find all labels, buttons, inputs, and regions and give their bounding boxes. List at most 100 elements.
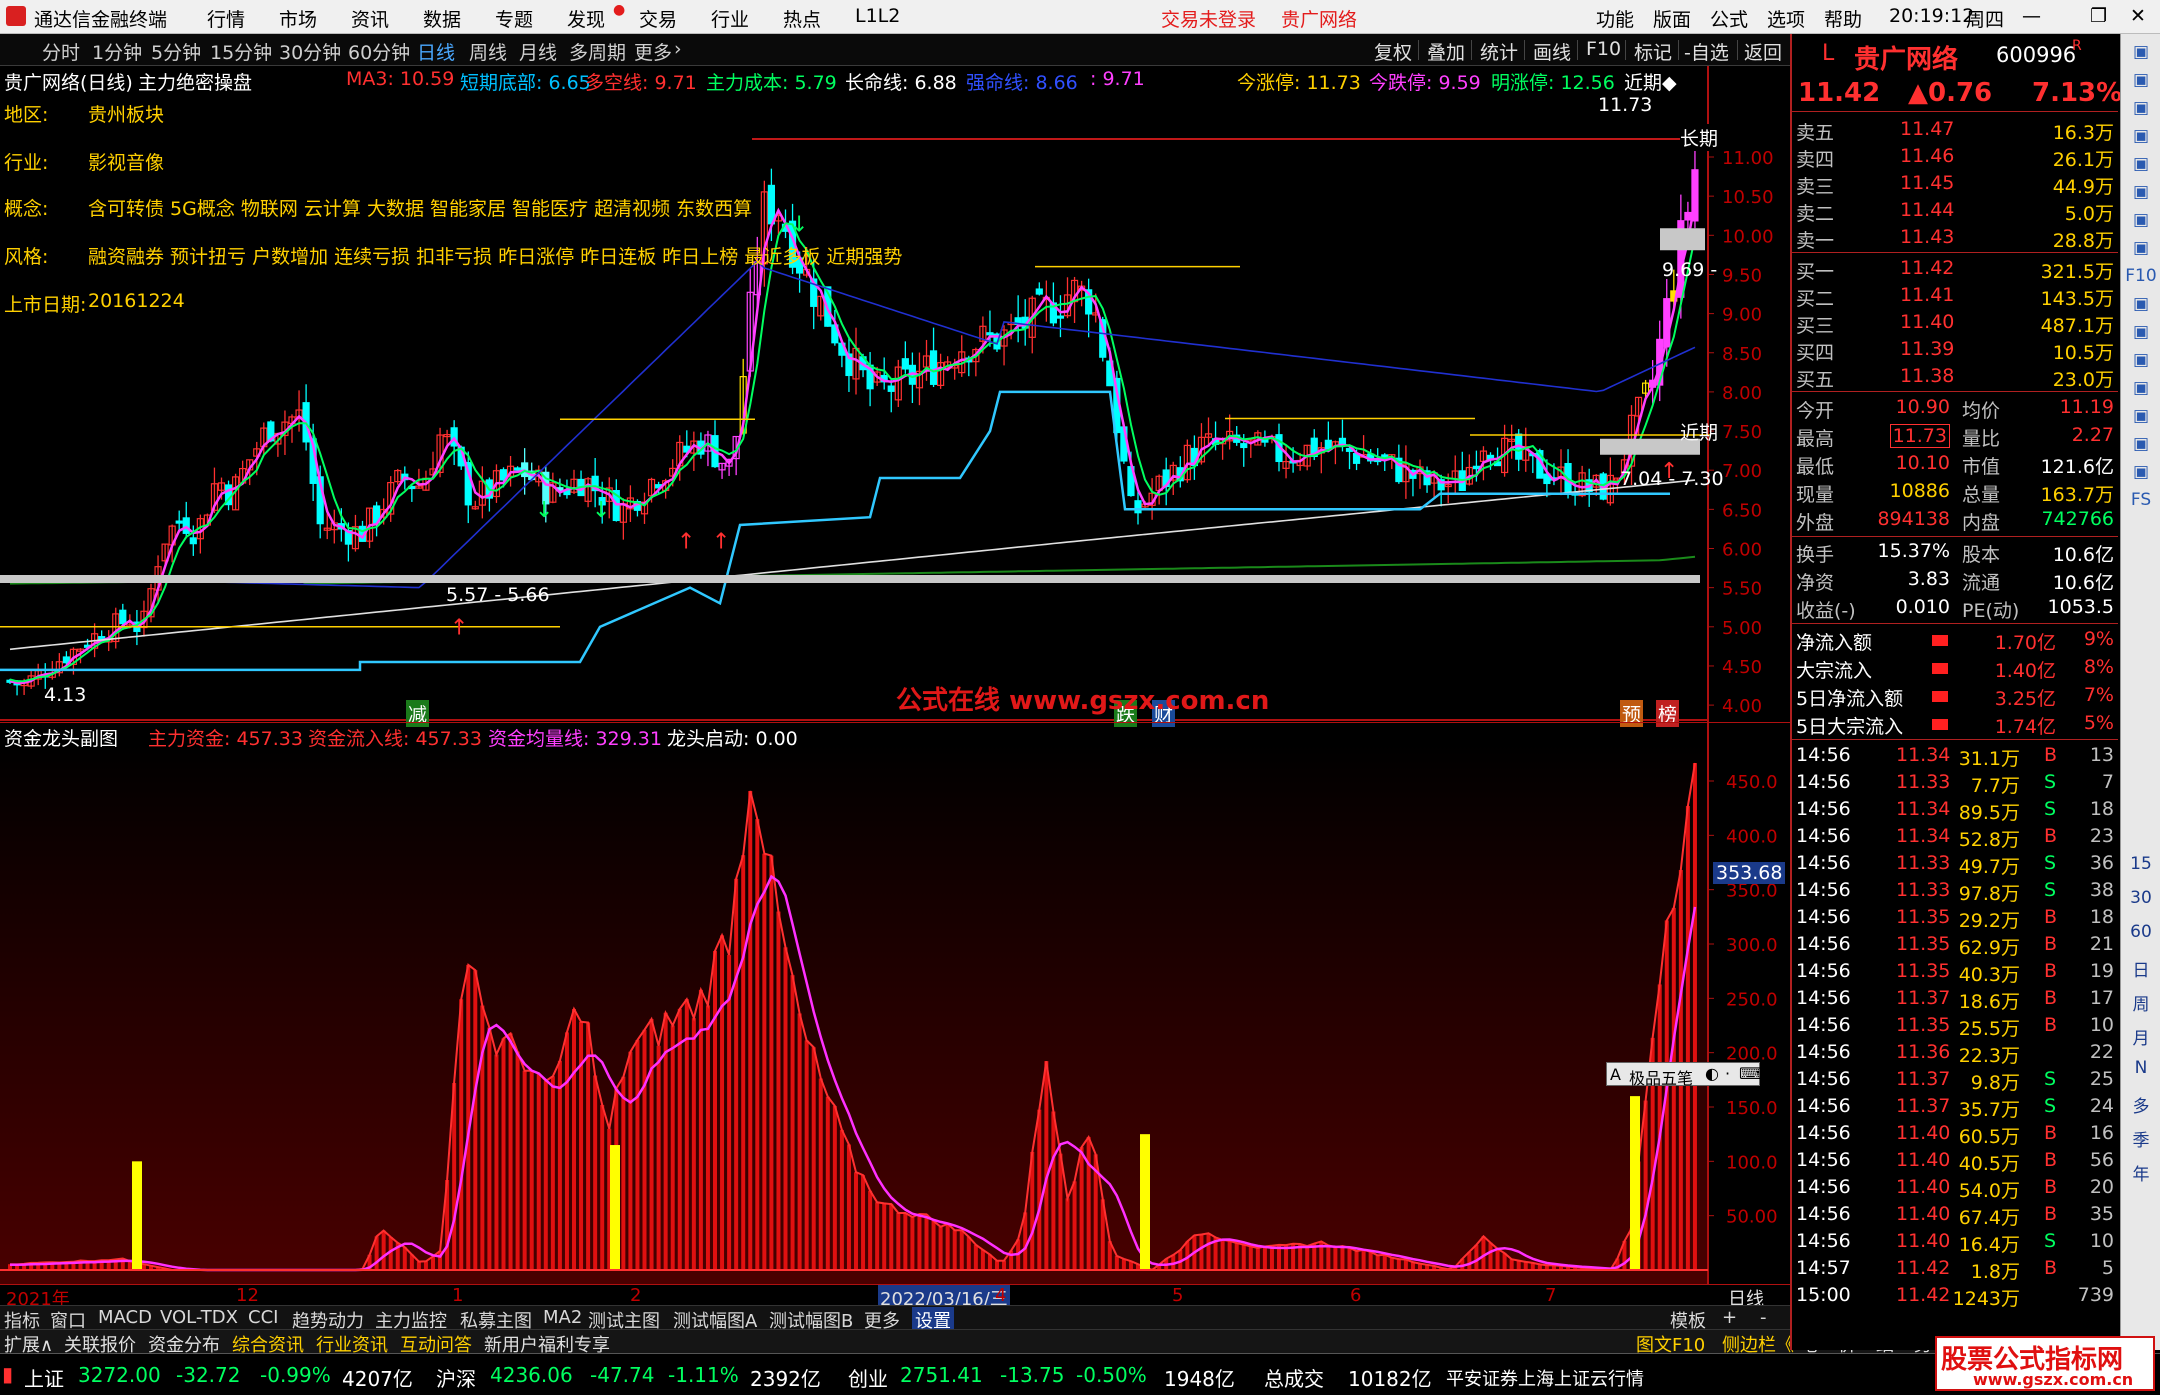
order-book-bid-row[interactable]: 买五 11.38 23.0万: [1792, 363, 2118, 391]
tool-adjust[interactable]: 复权: [1374, 38, 1412, 65]
tab-vol-tdx[interactable]: VOL-TDX: [160, 1307, 238, 1328]
menu-market[interactable]: 市场: [279, 5, 317, 32]
sub-chart-title[interactable]: 资金龙头副图: [4, 724, 118, 751]
sidebar-period-60[interactable]: 60: [2121, 922, 2160, 950]
period-60min[interactable]: 60分钟: [348, 38, 410, 65]
sidebar-mail-icon[interactable]: ▣: [2121, 350, 2160, 374]
fund-bar: [572, 1008, 576, 1270]
period-30min[interactable]: 30分钟: [279, 38, 341, 65]
sidebar-chart-icon[interactable]: ▣: [2121, 182, 2160, 206]
fund-flow-pct: 9%: [2083, 628, 2114, 650]
menu-data[interactable]: 数据: [423, 5, 461, 32]
index-name[interactable]: 上证: [24, 1363, 64, 1392]
ime-toolbar[interactable]: A 极品五笔 ◐ · ⌨: [1606, 1062, 1762, 1088]
sidebar-grid-icon[interactable]: ▣: [2121, 126, 2160, 150]
sidebar-rsi-icon[interactable]: ▣: [2121, 406, 2160, 430]
ime-dot-icon[interactable]: ·: [1725, 1064, 1730, 1083]
formula-name[interactable]: 主力绝密操盘: [138, 68, 252, 95]
sidebar-period-多[interactable]: 多: [2121, 1092, 2160, 1120]
restore-icon[interactable]: ❐: [2090, 5, 2107, 27]
sidebar-edit-icon[interactable]: ▣: [2121, 462, 2160, 486]
period-monthly[interactable]: 月线: [519, 38, 557, 65]
ime-keyboard-icon[interactable]: ⌨: [1739, 1064, 1762, 1083]
period-intraday[interactable]: 分时: [42, 38, 80, 65]
sidebar-fs-icon[interactable]: FS: [2121, 490, 2160, 514]
minimize-icon[interactable]: —: [2022, 5, 2041, 27]
sidebar-back-icon[interactable]: ▣: [2121, 42, 2160, 66]
index-name[interactable]: 创业: [848, 1363, 888, 1392]
fund-bar: [966, 1237, 971, 1270]
close-icon[interactable]: ✕: [2130, 5, 2146, 27]
menu-l1l2[interactable]: L1L2: [855, 5, 900, 27]
tool-f10[interactable]: F10: [1586, 38, 1621, 60]
sidebar-period-月[interactable]: 月: [2121, 1024, 2160, 1052]
tool-back[interactable]: 返回: [1744, 38, 1782, 65]
sidebar-period-周[interactable]: 周: [2121, 990, 2160, 1018]
sidebar-period-N[interactable]: N: [2121, 1058, 2160, 1086]
period-1min[interactable]: 1分钟: [92, 38, 142, 65]
tool-mark[interactable]: 标记: [1634, 38, 1672, 65]
sidebar-move-icon[interactable]: ▣: [2121, 434, 2160, 458]
fund-bar: [875, 1202, 880, 1270]
sidebar-chart-icon[interactable]: ▣: [2121, 322, 2160, 346]
main-kline-chart[interactable]: 11.00 10.50 10.00 9.50 9.00 8.50 8.00 7.50 7.00 6…: [0, 66, 1790, 727]
sidebar-period-15[interactable]: 15: [2121, 854, 2160, 882]
period-5min[interactable]: 5分钟: [151, 38, 201, 65]
ime-moon-icon[interactable]: ◐: [1705, 1064, 1719, 1083]
tool-draw[interactable]: 画线: [1533, 38, 1571, 65]
tab-ma2[interactable]: MA2: [543, 1307, 582, 1328]
menu-trade[interactable]: 交易: [639, 5, 677, 32]
sidebar-f10-icon[interactable]: F10: [2121, 266, 2160, 290]
sidebar-period-日[interactable]: 日: [2121, 956, 2160, 984]
sidebar-period-季[interactable]: 季: [2121, 1126, 2160, 1154]
sidebar-down-icon[interactable]: ▣: [2121, 98, 2160, 122]
menu-formula[interactable]: 公式: [1710, 5, 1748, 32]
tool-overlay[interactable]: 叠加: [1427, 38, 1465, 65]
period-multi[interactable]: 多周期: [569, 38, 626, 65]
concept-label: 概念:: [4, 198, 49, 220]
menu-industry[interactable]: 行业: [711, 5, 749, 32]
login-status[interactable]: 交易未登录: [1161, 5, 1256, 32]
menu-hotspot[interactable]: 热点: [783, 5, 821, 32]
period-more-chevron-icon[interactable]: ›: [674, 38, 682, 60]
kline-canvas[interactable]: 11.00 10.50 10.00 9.50 9.00 8.50 8.00 7.50 7.00 6…: [0, 66, 1790, 722]
order-book-bid-row[interactable]: 买四 11.39 10.5万: [1792, 336, 2118, 364]
sidebar-chart-icon[interactable]: ▣: [2121, 378, 2160, 402]
index-name[interactable]: 沪深: [436, 1363, 476, 1392]
sub-indicator-chart[interactable]: 450.0 400.0 350.0 300.0 250.0 200.0 150.0 100.0…: [0, 722, 1790, 1284]
order-book-ask-row[interactable]: 卖五 11.47 16.3万: [1792, 116, 2118, 144]
period-daily[interactable]: 日线: [417, 38, 455, 65]
tab-remove[interactable]: -: [1760, 1307, 1767, 1328]
sidebar-list-icon[interactable]: ▣: [2121, 154, 2160, 178]
tool-watchlist[interactable]: -自选: [1684, 38, 1729, 65]
period-weekly[interactable]: 周线: [469, 38, 507, 65]
tab-macd[interactable]: MACD: [98, 1307, 152, 1328]
sidebar-table-icon[interactable]: ▣: [2121, 238, 2160, 262]
tool-stats[interactable]: 统计: [1480, 38, 1518, 65]
sidebar-period-年[interactable]: 年: [2121, 1160, 2160, 1188]
sidebar-forward-icon[interactable]: ▣: [2121, 70, 2160, 94]
sidebar-period-30[interactable]: 30: [2121, 888, 2160, 916]
menu-quotes[interactable]: 行情: [207, 5, 245, 32]
menu-layout[interactable]: 版面: [1653, 5, 1691, 32]
period-15min[interactable]: 15分钟: [210, 38, 272, 65]
order-book-ask-row[interactable]: 卖四 11.46 26.1万: [1792, 143, 2118, 171]
order-book-ask-row[interactable]: 卖二 11.44 5.0万: [1792, 197, 2118, 225]
order-book-bid-row[interactable]: 买二 11.41 143.5万: [1792, 282, 2118, 310]
sidebar-search-icon[interactable]: ▣: [2121, 294, 2160, 318]
menu-options[interactable]: 选项: [1767, 5, 1805, 32]
order-book-ask-row[interactable]: 卖一 11.43 28.8万: [1792, 224, 2118, 252]
order-book-ask-row[interactable]: 卖三 11.45 44.9万: [1792, 170, 2118, 198]
tab-add[interactable]: +: [1722, 1307, 1737, 1328]
menu-topics[interactable]: 专题: [495, 5, 533, 32]
order-book-bid-row[interactable]: 买一 11.42 321.5万: [1792, 255, 2118, 283]
fund-flow-canvas[interactable]: 450.0400.0350.0300.0250.0200.0150.0100.0…: [0, 722, 1790, 1284]
menu-function[interactable]: 功能: [1596, 5, 1634, 32]
menu-news[interactable]: 资讯: [351, 5, 389, 32]
order-book-bid-row[interactable]: 买三 11.40 487.1万: [1792, 309, 2118, 337]
sidebar-kline-icon[interactable]: ▣: [2121, 210, 2160, 234]
period-more[interactable]: 更多: [634, 38, 672, 65]
menu-help[interactable]: 帮助: [1824, 5, 1862, 32]
tab-cci[interactable]: CCI: [248, 1307, 278, 1328]
menu-discover[interactable]: 发现: [567, 5, 605, 32]
